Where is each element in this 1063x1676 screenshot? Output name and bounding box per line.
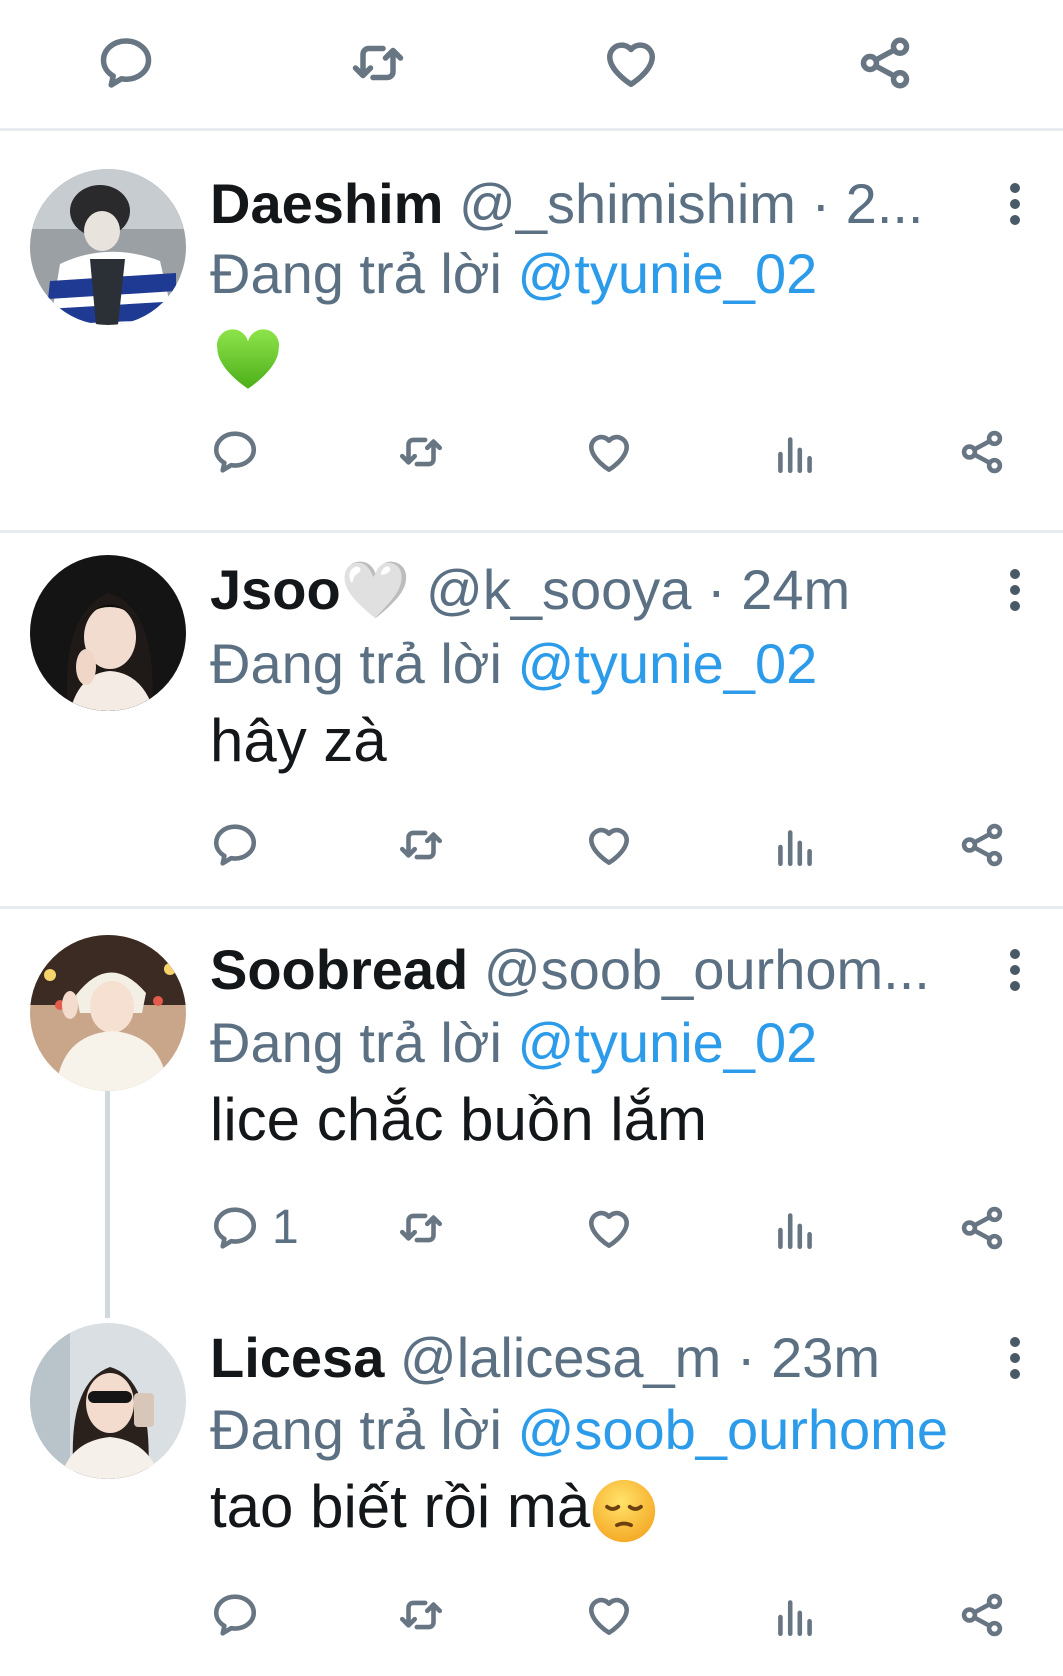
tweet-actions bbox=[0, 422, 1063, 482]
tweet-text: tao biết rồi mà bbox=[210, 1467, 658, 1547]
like-icon[interactable] bbox=[601, 33, 661, 93]
more-options-icon[interactable] bbox=[995, 559, 1035, 619]
mention-link[interactable]: @tyunie_02 bbox=[518, 242, 818, 305]
share-icon[interactable] bbox=[957, 427, 1007, 477]
share-icon[interactable] bbox=[957, 820, 1007, 870]
retweet-icon[interactable] bbox=[396, 1203, 446, 1253]
tweet-text-content: tao biết rồi mà bbox=[210, 1473, 591, 1540]
tweet-actions bbox=[0, 1585, 1063, 1645]
reply-tweet-soobread[interactable]: Soobread @soob_ourhom... Đang trả lời @t… bbox=[0, 909, 1063, 1309]
like-icon[interactable] bbox=[584, 427, 634, 477]
avatar[interactable] bbox=[30, 555, 186, 711]
retweet-icon[interactable] bbox=[396, 427, 446, 477]
avatar[interactable] bbox=[30, 169, 186, 325]
share-icon[interactable] bbox=[957, 1203, 1007, 1253]
reply-tweet-daeshim[interactable]: Daeshim @_shimishim · 2... Đang trả lời … bbox=[0, 131, 1063, 497]
display-name[interactable]: Daeshim bbox=[210, 172, 443, 235]
tweet-header: Jsoo🤍 @k_sooya · 24m bbox=[210, 555, 983, 625]
analytics-icon[interactable] bbox=[770, 820, 820, 870]
avatar[interactable] bbox=[30, 1323, 186, 1479]
reply-icon[interactable] bbox=[96, 33, 156, 93]
replying-to-line: Đang trả lời @tyunie_02 bbox=[210, 629, 817, 699]
reply-tweet-licesa[interactable]: Licesa @lalicesa_m · 23m Đang trả lời @s… bbox=[0, 1309, 1063, 1676]
analytics-icon[interactable] bbox=[770, 1203, 820, 1253]
handle-and-time[interactable]: @k_sooya · 24m bbox=[426, 558, 850, 621]
reply-icon[interactable] bbox=[210, 1590, 260, 1640]
like-icon[interactable] bbox=[584, 1203, 634, 1253]
reply-icon[interactable] bbox=[210, 1203, 260, 1253]
reply-icon[interactable] bbox=[210, 427, 260, 477]
replying-to-line: Đang trả lời @tyunie_02 bbox=[210, 1008, 817, 1078]
replying-to-label: Đang trả lời bbox=[210, 1011, 502, 1074]
more-options-icon[interactable] bbox=[995, 939, 1035, 999]
analytics-icon[interactable] bbox=[770, 427, 820, 477]
share-icon[interactable] bbox=[855, 33, 915, 93]
reply-tweet-jsoo[interactable]: Jsoo🤍 @k_sooya · 24m Đang trả lời @tyuni… bbox=[0, 533, 1063, 906]
name-emoji: 🤍 bbox=[340, 558, 411, 621]
tweet-header: Daeshim @_shimishim · 2... bbox=[210, 169, 983, 239]
retweet-icon[interactable] bbox=[396, 1590, 446, 1640]
replying-to-label: Đang trả lời bbox=[210, 632, 502, 695]
like-icon[interactable] bbox=[584, 1590, 634, 1640]
mention-link[interactable]: @tyunie_02 bbox=[518, 632, 818, 695]
tweet-text: lice chắc buồn lắm bbox=[210, 1086, 707, 1153]
handle-and-time[interactable]: @soob_ourhom... bbox=[484, 938, 930, 1001]
replying-to-line: Đang trả lời @soob_ourhome bbox=[210, 1395, 948, 1465]
reply-count: 1 bbox=[272, 1201, 299, 1254]
replying-to-label: Đang trả lời bbox=[210, 242, 502, 305]
handle-and-time[interactable]: @lalicesa_m · 23m bbox=[400, 1326, 880, 1389]
mention-link[interactable]: @tyunie_02 bbox=[518, 1011, 818, 1074]
display-name[interactable]: Licesa bbox=[210, 1326, 384, 1389]
display-name[interactable]: Jsoo bbox=[210, 558, 341, 621]
retweet-icon[interactable] bbox=[348, 33, 408, 93]
top-tweet-action-bar bbox=[0, 0, 1063, 138]
handle-and-time[interactable]: @_shimishim · 2... bbox=[459, 172, 924, 235]
share-icon[interactable] bbox=[957, 1590, 1007, 1640]
tweet-header: Licesa @lalicesa_m · 23m bbox=[210, 1323, 983, 1393]
replying-to-label: Đang trả lời bbox=[210, 1398, 502, 1461]
replying-to-line: Đang trả lời @tyunie_02 bbox=[210, 239, 817, 309]
pensive-face-emoji bbox=[590, 1477, 658, 1545]
like-icon[interactable] bbox=[584, 820, 634, 870]
tweet-text bbox=[210, 317, 286, 397]
tweet-text: hây zà bbox=[210, 707, 387, 774]
analytics-icon[interactable] bbox=[770, 1590, 820, 1640]
green-heart-emoji bbox=[210, 323, 286, 390]
reply-icon[interactable] bbox=[210, 820, 260, 870]
avatar[interactable] bbox=[30, 935, 186, 1091]
tweet-actions: 1 bbox=[0, 1198, 1063, 1258]
mention-link[interactable]: @soob_ourhome bbox=[518, 1398, 948, 1461]
more-options-icon[interactable] bbox=[995, 173, 1035, 233]
display-name[interactable]: Soobread bbox=[210, 938, 468, 1001]
more-options-icon[interactable] bbox=[995, 1327, 1035, 1387]
retweet-icon[interactable] bbox=[396, 820, 446, 870]
tweet-actions bbox=[0, 815, 1063, 875]
tweet-header: Soobread @soob_ourhom... bbox=[210, 935, 983, 1005]
